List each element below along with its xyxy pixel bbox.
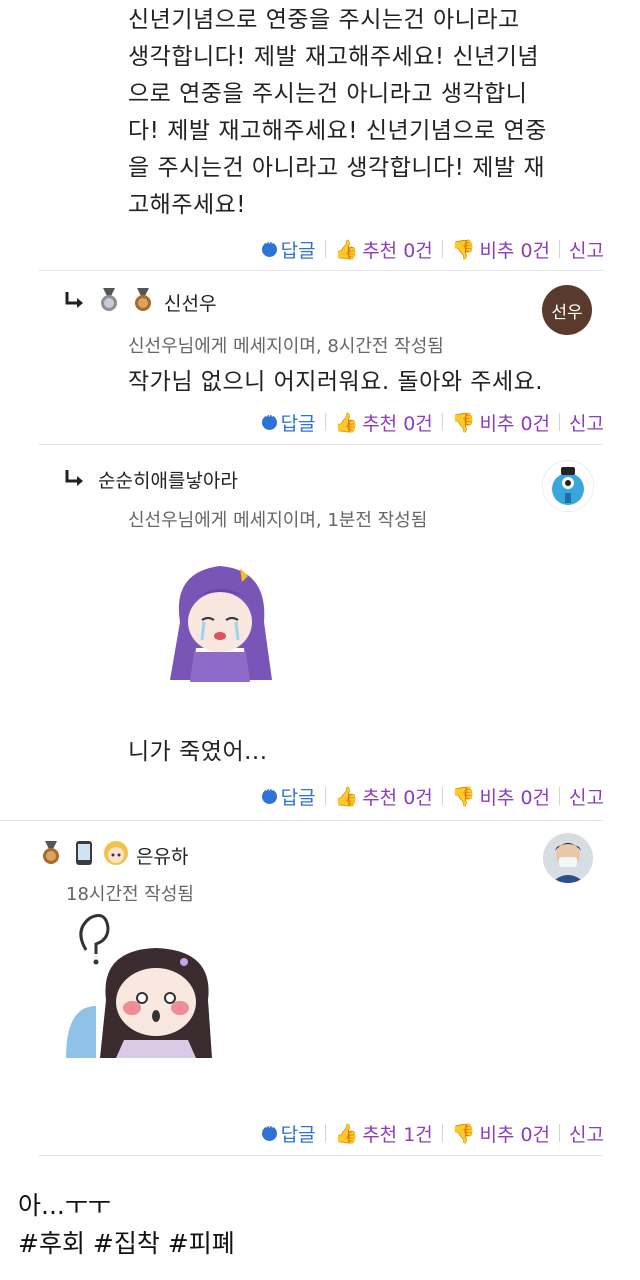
avatar[interactable] [543, 833, 593, 883]
avatar[interactable]: 선우 [542, 285, 592, 335]
speech-bubble-icon [261, 236, 277, 257]
report-button[interactable]: 신고 [560, 783, 604, 810]
thumbs-down-icon: 👎 [451, 238, 476, 261]
thumbs-up-icon: 👍 [334, 785, 359, 808]
downvote-button[interactable]: 👎 비추 0건 [443, 783, 559, 810]
phone-badge-icon [72, 840, 96, 870]
thumbs-up-icon: 👍 [334, 1122, 359, 1145]
comment-actions: 답글 👍 추천 0건 👎 비추 0건 신고 [253, 781, 604, 811]
username[interactable]: 신선우 [164, 289, 216, 316]
divider [38, 444, 604, 445]
divider [38, 1155, 604, 1156]
comment-meta: 신선우님에게 메세지이며, 8시간전 작성됨 [128, 336, 444, 357]
upvote-button[interactable]: 👍 추천 0건 [326, 409, 442, 436]
character-badge-icon [102, 839, 130, 871]
report-button[interactable]: 신고 [560, 236, 604, 263]
sticker-image [164, 552, 276, 682]
medal-badge-icon [40, 841, 62, 869]
username[interactable]: 은유하 [136, 842, 188, 869]
comment-actions: 답글 👍 추천 0건 👎 비추 0건 신고 [253, 407, 604, 437]
thumbs-down-icon: 👎 [451, 411, 476, 434]
comment-body: 신년기념으로 연중을 주시는건 아니라고 생각합니다! 제발 재고해주세요! 신… [128, 7, 547, 218]
comment-body: 니가 죽였어... [128, 739, 268, 765]
upvote-button[interactable]: 👍 추천 0건 [326, 783, 442, 810]
reply-arrow-icon [64, 468, 86, 492]
reply-arrow-icon [64, 290, 86, 314]
downvote-button[interactable]: 👎 비추 0건 [443, 236, 559, 263]
comment-meta: 18시간전 작성됨 [66, 884, 194, 905]
comment-actions: 답글 👍 추천 1건 👎 비추 0건 신고 [253, 1118, 604, 1148]
speech-bubble-icon [261, 1120, 277, 1141]
speech-bubble-icon [261, 409, 277, 430]
username[interactable]: 순순히애를낳아라 [98, 466, 238, 493]
reply-button[interactable]: 답글 [253, 409, 325, 436]
upvote-button[interactable]: 👍 추천 1건 [326, 1120, 442, 1147]
downvote-button[interactable]: 👎 비추 0건 [443, 1120, 559, 1147]
medal-badge-icon [132, 288, 154, 316]
speech-bubble-icon [261, 783, 277, 804]
upvote-button[interactable]: 👍 추천 0건 [326, 236, 442, 263]
reply-button[interactable]: 답글 [253, 236, 325, 263]
thumbs-up-icon: 👍 [334, 238, 359, 261]
reply-button[interactable]: 답글 [253, 1120, 325, 1147]
thumbs-down-icon: 👎 [451, 1122, 476, 1145]
thumbs-up-icon: 👍 [334, 411, 359, 434]
comment-meta: 신선우님에게 메세지이며, 1분전 작성됨 [128, 510, 428, 531]
caption-line: 아...ㅜㅜ [18, 1191, 111, 1220]
thumbs-down-icon: 👎 [451, 785, 476, 808]
sticker-image [66, 910, 216, 1058]
medal-badge-icon [98, 288, 120, 316]
avatar[interactable] [542, 460, 594, 512]
hashtag-line: #후회 #집착 #피폐 [18, 1229, 235, 1258]
reply-button[interactable]: 답글 [253, 783, 325, 810]
divider [0, 820, 604, 821]
comment-actions: 답글 👍 추천 0건 👎 비추 0건 신고 [253, 234, 604, 264]
comment-body: 작가님 없으니 어지러워요. 돌아와 주세요. [128, 369, 544, 395]
report-button[interactable]: 신고 [560, 409, 604, 436]
report-button[interactable]: 신고 [560, 1120, 604, 1147]
downvote-button[interactable]: 👎 비추 0건 [443, 409, 559, 436]
divider [38, 270, 604, 271]
